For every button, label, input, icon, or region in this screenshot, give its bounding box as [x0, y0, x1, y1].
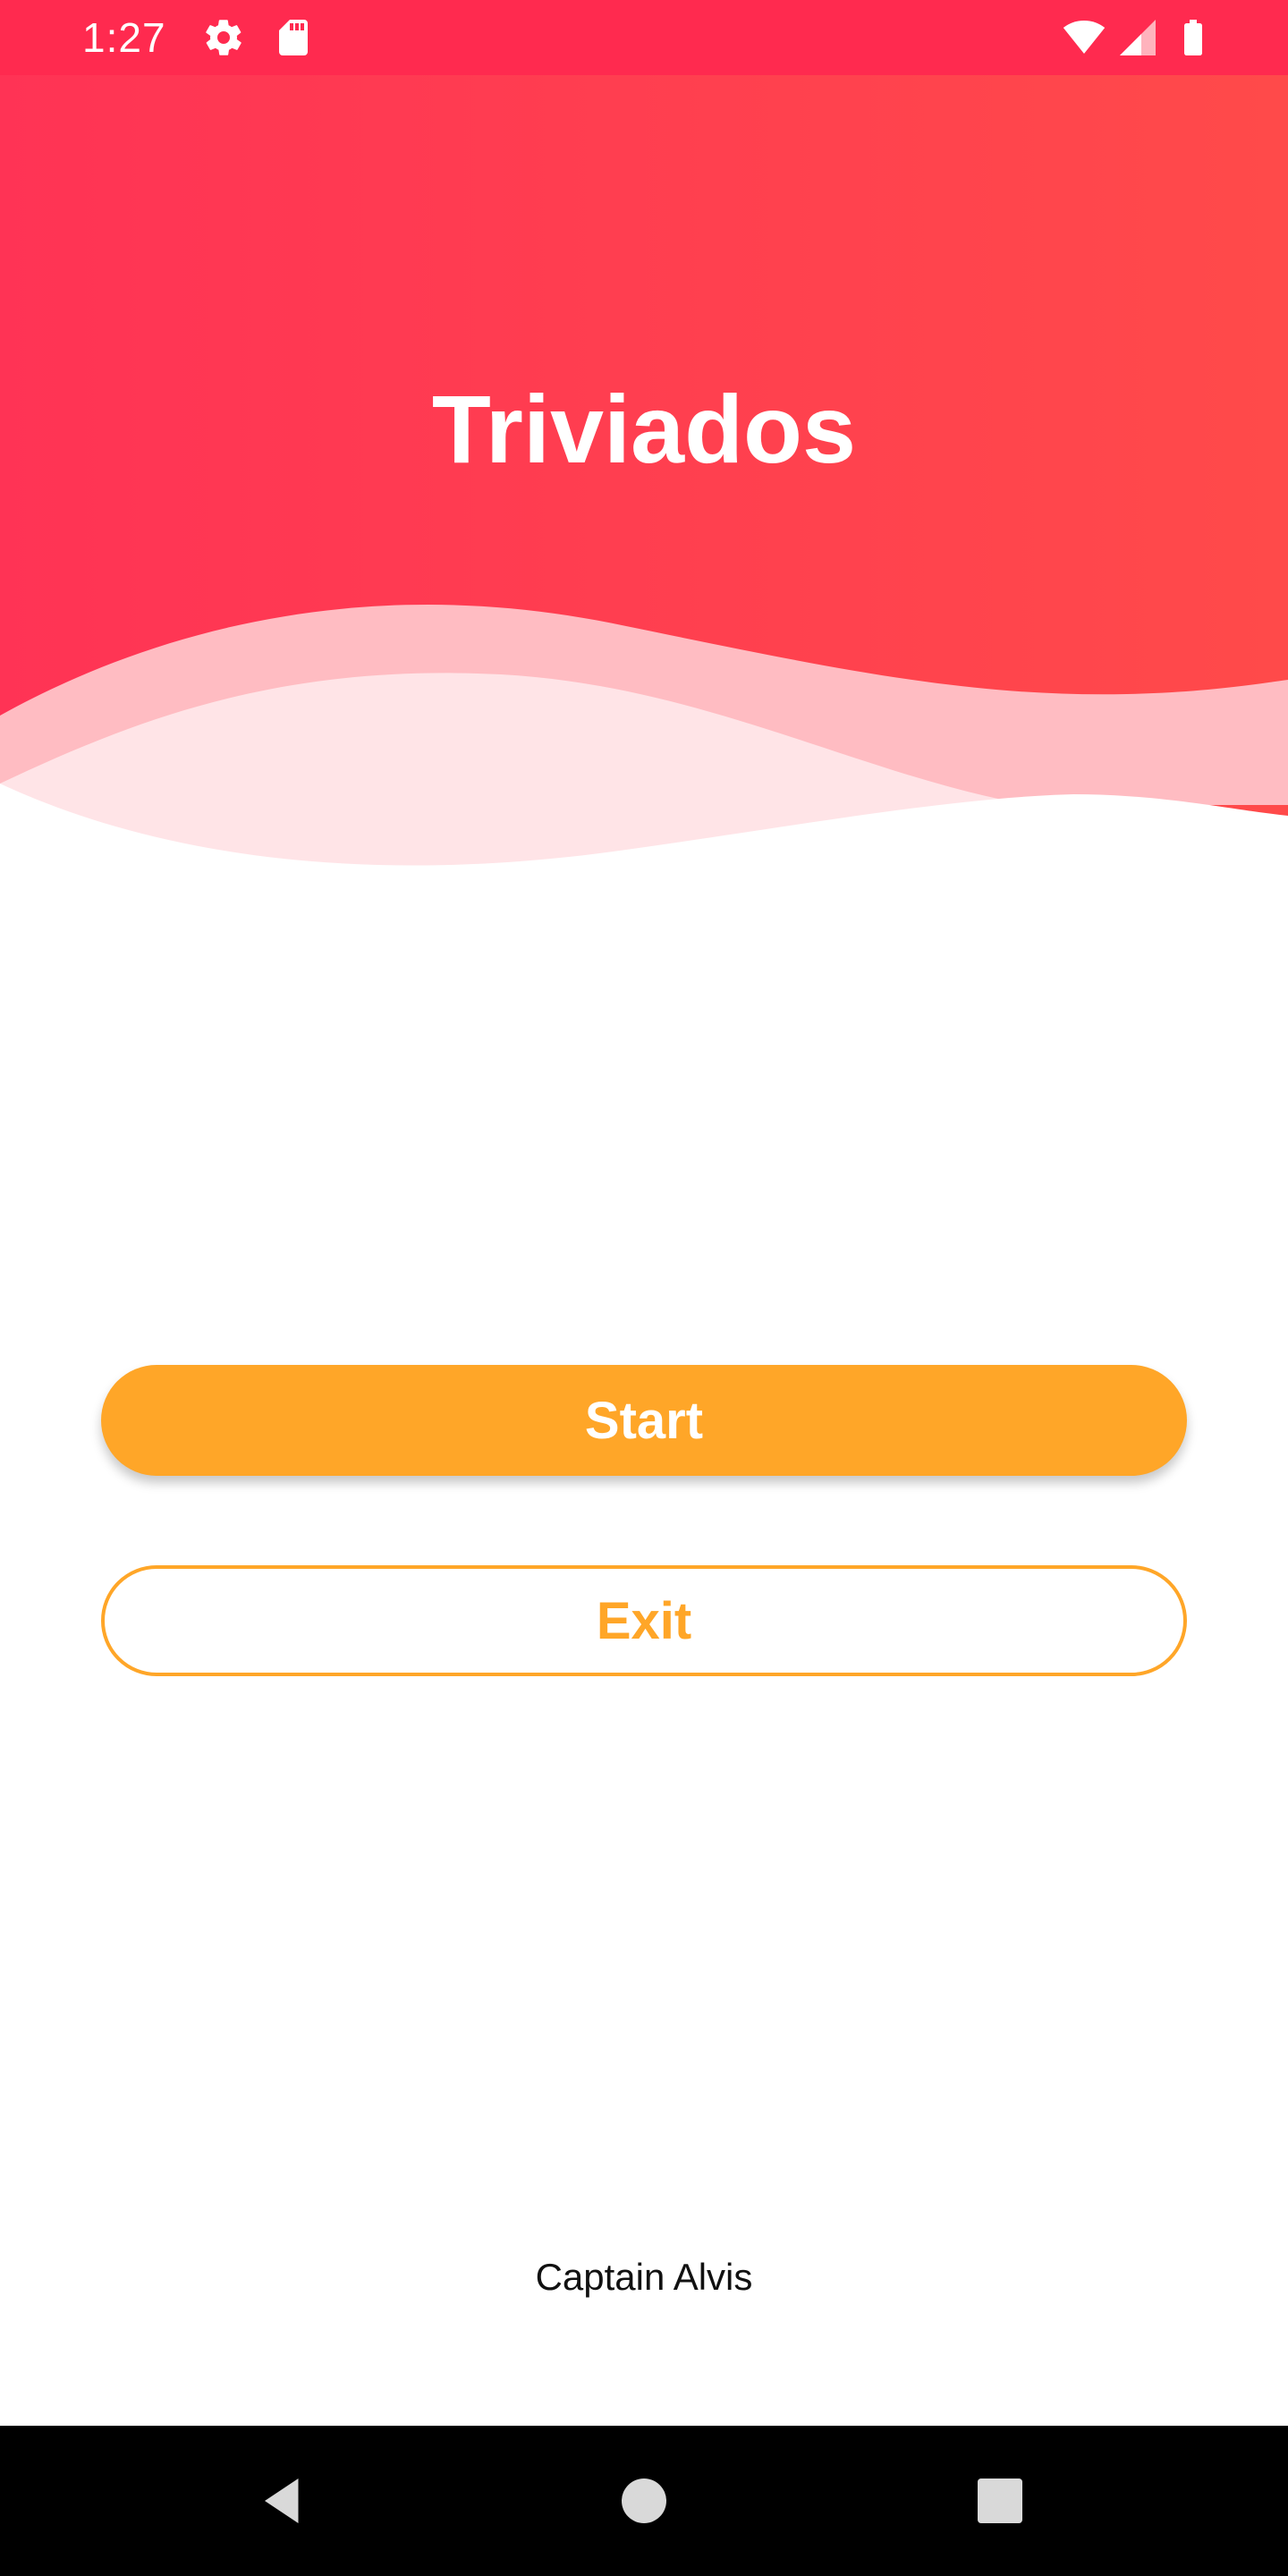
cell-signal-icon: [1116, 16, 1159, 59]
start-button[interactable]: Start: [101, 1365, 1187, 1476]
back-icon[interactable]: [256, 2474, 309, 2528]
sd-card-icon: [272, 16, 315, 59]
recents-icon[interactable]: [973, 2474, 1027, 2528]
exit-button[interactable]: Exit: [101, 1565, 1187, 1676]
status-time: 1:27: [82, 14, 166, 61]
wifi-icon: [1063, 16, 1106, 59]
settings-icon: [202, 16, 245, 59]
app-title: Triviados: [431, 375, 857, 483]
status-bar: 1:27: [0, 0, 1288, 75]
battery-icon: [1172, 16, 1215, 59]
home-icon[interactable]: [617, 2474, 671, 2528]
system-navigation-bar: [0, 2426, 1288, 2576]
author-credit: Captain Alvis: [535, 2256, 753, 2298]
app-screen: 1:27 Triviados Start Exit Captain Alvis: [0, 0, 1288, 2576]
